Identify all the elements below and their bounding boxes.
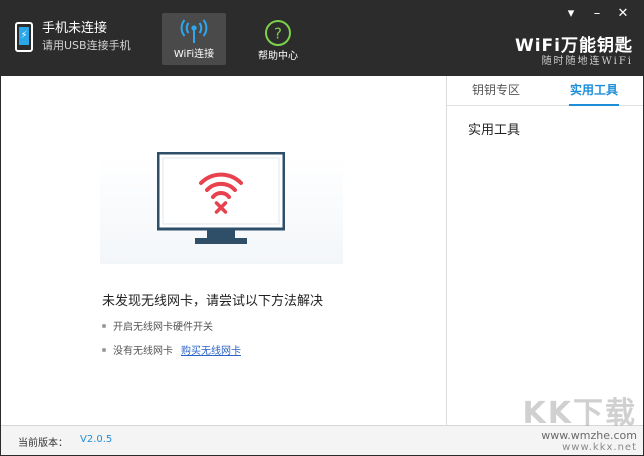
lightning-icon: ⚡	[20, 29, 28, 41]
help-question-icon: ?	[265, 20, 291, 46]
top-bar: ⚡ 手机未连接 请用USB连接手机 WiFi连接 ? 帮助中心 ▾ – ✕ Wi…	[1, 1, 643, 76]
wifi-antenna-icon	[180, 19, 208, 43]
nav-wifi-connect[interactable]: WiFi连接	[162, 13, 226, 65]
app-window: ⚡ 手机未连接 请用USB连接手机 WiFi连接 ? 帮助中心 ▾ – ✕ Wi…	[0, 0, 644, 456]
phone-connection-status[interactable]: ⚡ 手机未连接 请用USB连接手机	[15, 21, 131, 53]
tip-enable-switch: 开启无线网卡硬件开关	[102, 318, 213, 333]
brand-slogan: 随时随地连WiFi	[541, 56, 633, 67]
watermark-logo: KK下载	[522, 396, 637, 431]
no-adapter-message: 未发现无线网卡，请尝试以下方法解决	[102, 294, 324, 309]
bullet-icon	[102, 347, 106, 352]
minimize-icon[interactable]: –	[591, 5, 603, 23]
main-panel: 未发现无线网卡，请尝试以下方法解决 开启无线网卡硬件开关 没有无线网卡 购买无线…	[1, 76, 446, 425]
phone-status-subtitle: 请用USB连接手机	[42, 39, 131, 52]
bullet-icon	[102, 323, 106, 328]
watermark: KK下载 www.wmzhe.com www.kkx.net	[522, 396, 638, 454]
nav-wifi-label: WiFi连接	[173, 49, 215, 60]
tip-buy-adapter: 没有无线网卡 购买无线网卡	[102, 342, 241, 357]
tip-text: 没有无线网卡	[113, 346, 173, 357]
nav-help-center[interactable]: ? 帮助中心	[246, 13, 310, 65]
menu-dropdown-icon[interactable]: ▾	[565, 5, 577, 23]
buy-adapter-link[interactable]: 购买无线网卡	[181, 342, 241, 357]
tools-section-title: 实用工具	[468, 123, 521, 138]
brand-logo: WiFi万能钥匙 随时随地连WiFi	[515, 37, 633, 68]
monitor-wifi-error-icon	[157, 152, 285, 244]
nav-help-label: 帮助中心	[258, 51, 298, 62]
brand-name: WiFi万能钥匙	[514, 36, 633, 56]
version-value: V2.0.5	[80, 434, 113, 445]
window-controls: ▾ – ✕	[565, 5, 629, 23]
sidebar-tabs: 钥钥专区 实用工具	[447, 76, 643, 106]
watermark-site-alt: www.kkx.net	[562, 442, 637, 453]
version-label: 当前版本：	[18, 438, 68, 449]
tip-text: 开启无线网卡硬件开关	[113, 322, 213, 333]
phone-icon: ⚡	[15, 22, 33, 52]
tab-key-zone[interactable]: 钥钥专区	[447, 76, 545, 105]
svg-text:?: ?	[274, 25, 282, 43]
close-icon[interactable]: ✕	[617, 5, 629, 23]
right-sidebar: 钥钥专区 实用工具 实用工具	[446, 76, 643, 425]
phone-status-title: 手机未连接	[42, 21, 108, 36]
tab-tools[interactable]: 实用工具	[545, 76, 643, 106]
